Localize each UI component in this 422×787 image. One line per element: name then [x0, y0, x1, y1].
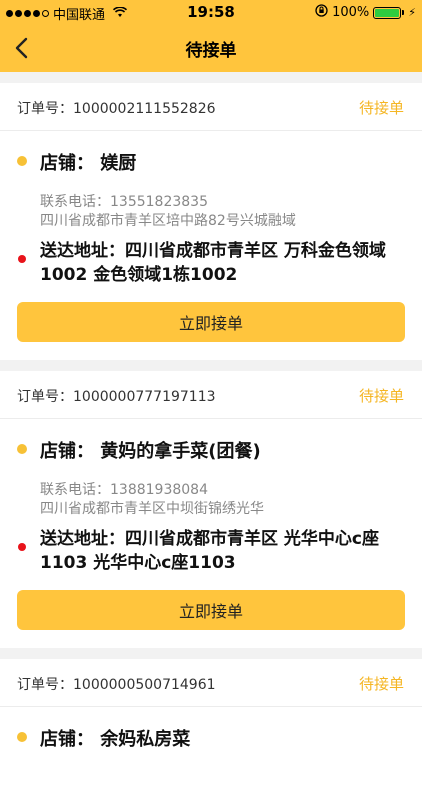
- order-number: 订单号：1000000500714961: [17, 677, 216, 693]
- shop-address: 四川省成都市青羊区培中路82号兴城融域: [40, 213, 296, 229]
- header-bar: 中国联通 19:58 100% ⚡ 待接单: [0, 0, 422, 72]
- order-header: 订单号：1000002111552826 待接单: [0, 83, 422, 131]
- order-card: 订单号：1000002111552826 待接单 店铺： 媄厨 联系电话：135…: [0, 83, 422, 360]
- accept-order-button[interactable]: 立即接单: [17, 302, 405, 342]
- delivery-dot-icon: [18, 543, 26, 551]
- rotation-lock-icon: [315, 4, 328, 21]
- battery-percent: 100%: [332, 5, 370, 20]
- shop-dot-icon: [17, 444, 27, 454]
- delivery-dot-icon: [18, 255, 26, 263]
- order-card: 订单号：1000000500714961 待接单 店铺： 余妈私房菜: [0, 659, 422, 787]
- order-header: 订单号：1000000500714961 待接单: [0, 659, 422, 707]
- delivery-address: 送达地址：四川省成都市青羊区 光华中心c座1103 光华中心c座1103: [40, 529, 379, 573]
- contact-phone: 联系电话：13881938084: [40, 482, 208, 498]
- order-status: 待接单: [358, 675, 404, 693]
- nav-bar: 待接单: [0, 24, 422, 72]
- order-card: 订单号：1000000777197113 待接单 店铺： 黄妈的拿手菜(团餐) …: [0, 371, 422, 648]
- accept-order-button[interactable]: 立即接单: [17, 590, 405, 630]
- order-status: 待接单: [358, 387, 404, 405]
- order-header: 订单号：1000000777197113 待接单: [0, 371, 422, 419]
- order-number: 订单号：1000002111552826: [17, 101, 216, 117]
- order-number: 订单号：1000000777197113: [17, 389, 216, 405]
- delivery-address: 送达地址：四川省成都市青羊区 万科金色领域1002 金色领域1栋1002: [40, 241, 386, 285]
- shop-name: 店铺： 黄妈的拿手菜(团餐): [40, 441, 261, 462]
- order-status: 待接单: [358, 99, 404, 117]
- shop-address: 四川省成都市青羊区中坝街锦绣光华: [40, 501, 264, 517]
- shop-name: 店铺： 余妈私房菜: [40, 729, 191, 750]
- page-title: 待接单: [185, 41, 237, 61]
- order-list: 订单号：1000002111552826 待接单 店铺： 媄厨 联系电话：135…: [0, 72, 422, 787]
- shop-dot-icon: [17, 732, 27, 742]
- battery-icon: [373, 6, 405, 19]
- charging-icon: ⚡: [408, 6, 416, 19]
- status-right: 100% ⚡: [315, 4, 416, 21]
- shop-dot-icon: [17, 156, 27, 166]
- shop-name: 店铺： 媄厨: [40, 153, 137, 174]
- contact-phone: 联系电话：13551823835: [40, 194, 208, 210]
- status-bar: 中国联通 19:58 100% ⚡: [0, 0, 422, 24]
